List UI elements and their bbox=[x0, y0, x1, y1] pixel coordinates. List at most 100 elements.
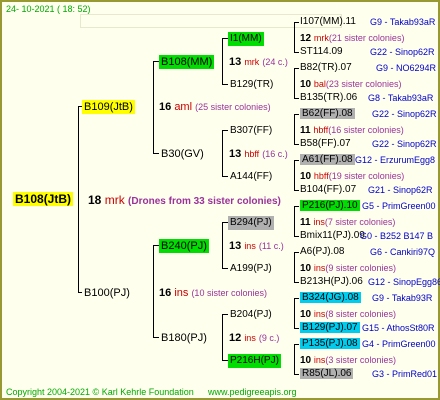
gen1-abbr: aml bbox=[174, 101, 193, 113]
gen4-name: ST114.09 bbox=[300, 46, 343, 57]
gen1-note: (25 sister colonies) bbox=[195, 102, 271, 112]
connector-line bbox=[294, 68, 299, 69]
connector-line bbox=[294, 252, 295, 282]
connector-line bbox=[294, 298, 299, 299]
gen2-count: 13 bbox=[229, 148, 242, 160]
gen4-row[interactable]: A61(FF).08 G12 - ErzurumEgg8 bbox=[300, 154, 435, 166]
gen4-info: G12 - SinopEgg86R bbox=[368, 277, 440, 287]
gen3-node[interactable]: A199(PJ) bbox=[228, 262, 274, 276]
connector-line bbox=[153, 245, 154, 337]
gen3-node[interactable]: B307(FF) bbox=[228, 124, 274, 138]
gen4-info: G22 - Sinop62R bbox=[372, 139, 437, 149]
gen4-info: G9 - NO6294R bbox=[376, 63, 437, 73]
connector-line bbox=[294, 374, 299, 375]
gen2-count: 13 bbox=[229, 240, 242, 252]
gen4-summary: 10 ins(3 sister colonies) bbox=[300, 354, 396, 367]
gen4-row[interactable]: B58(FF).07 G22 - Sinop62R bbox=[300, 138, 437, 150]
gen3-node[interactable]: B294(PJ) bbox=[228, 216, 274, 230]
gen4-note: (23 sister colonies) bbox=[325, 79, 402, 89]
gen4-row[interactable]: Bmix11(PJ).09 G0 - B252 B147 B bbox=[300, 230, 433, 242]
gen4-name: B129(PJ).07 bbox=[300, 322, 360, 333]
gen1-note: (10 sister colonies) bbox=[191, 288, 267, 298]
gen4-row[interactable]: R85(JL).06 G3 - PrimRed01 bbox=[300, 368, 437, 380]
gen3-node[interactable]: A144(FF) bbox=[228, 170, 274, 184]
gen4-name: P216(PJ).10 bbox=[300, 200, 360, 211]
gen4-row[interactable]: B324(JG).08 G9 - Takab93R bbox=[300, 292, 432, 304]
gen4-abbr: bal bbox=[313, 79, 326, 89]
gen4-row[interactable]: B135(TR).06 G8 - Takab93aR bbox=[300, 92, 433, 104]
gen4-name: R85(JL).06 bbox=[300, 368, 354, 379]
gen4-row[interactable]: B104(FF).07 G21 - Sinop62R bbox=[300, 184, 433, 196]
gen4-summary: 11 hbff(16 sister colonies) bbox=[300, 124, 404, 137]
gen3-node[interactable]: B129(TR) bbox=[228, 78, 275, 92]
connector-line bbox=[294, 190, 299, 191]
gen4-row[interactable]: P135(PJ).08 G4 - PrimGreen00 bbox=[300, 338, 436, 350]
gen2-note: (16 c.) bbox=[262, 149, 288, 159]
gen2-abbr: ins bbox=[244, 333, 256, 343]
connector-line bbox=[294, 344, 295, 374]
gen2-node[interactable]: B108(MM) bbox=[159, 55, 215, 69]
gen4-info: G6 - Cankiri97Q bbox=[370, 247, 436, 257]
gen3-node[interactable]: P216H(PJ) bbox=[228, 354, 281, 368]
gen4-name: B324(JG).08 bbox=[300, 292, 361, 303]
gen4-abbr: mrk bbox=[313, 33, 329, 43]
gen4-abbr: ins bbox=[313, 217, 325, 227]
gen1-node[interactable]: B100(PJ) bbox=[82, 286, 132, 300]
timestamp: 24- 10-2021 ( 18: 52) bbox=[6, 4, 91, 14]
gen3-node[interactable]: B204(PJ) bbox=[228, 308, 274, 322]
root-summary: 18 mrk (Drones from 33 sister colonies) bbox=[88, 193, 281, 209]
gen4-row[interactable]: B129(PJ).07 G15 - AthosSt80R bbox=[300, 322, 435, 334]
gen4-row[interactable]: B82(TR).07 G9 - NO6294R bbox=[300, 62, 436, 74]
gen1-abbr: ins bbox=[174, 287, 189, 299]
gen4-abbr: hbff bbox=[313, 171, 329, 181]
gen3-node[interactable]: I1(MM) bbox=[228, 32, 264, 46]
gen4-name: A6(PJ).08 bbox=[300, 246, 345, 257]
connector-line bbox=[294, 344, 299, 345]
gen2-node[interactable]: B240(PJ) bbox=[159, 239, 209, 253]
gen4-note: (3 sister colonies) bbox=[325, 355, 396, 365]
connector-line bbox=[153, 61, 154, 153]
gen4-name: B82(TR).07 bbox=[300, 62, 352, 73]
gen2-summary: 13 ins (11 c.) bbox=[229, 240, 284, 252]
gen1-node[interactable]: B109(JtB) bbox=[82, 100, 135, 114]
gen1-summary: 16 aml (25 sister colonies) bbox=[159, 101, 271, 113]
gen1-summary: 16 ins (10 sister colonies) bbox=[159, 287, 267, 299]
gen2-node[interactable]: B30(GV) bbox=[159, 147, 206, 161]
gen4-info: G21 - Sinop62R bbox=[368, 185, 433, 195]
gen4-note: (8 sister colonies) bbox=[325, 309, 396, 319]
connector-line bbox=[294, 114, 299, 115]
gen2-summary: 13 mrk (24 c.) bbox=[229, 56, 288, 68]
connector-line bbox=[294, 98, 299, 99]
gen4-row[interactable]: B62(FF).08 G22 - Sinop62R bbox=[300, 108, 437, 120]
gen4-note: (19 sister colonies) bbox=[328, 171, 405, 181]
gen2-node[interactable]: B180(PJ) bbox=[159, 331, 209, 345]
gen4-info: G4 - PrimGreen00 bbox=[362, 339, 436, 349]
gen4-abbr: ins bbox=[313, 309, 326, 319]
root-node[interactable]: B108(JtB) bbox=[13, 192, 74, 206]
gen4-count: 11 bbox=[300, 125, 311, 136]
gen4-summary: 10 ins(8 sister colonies) bbox=[300, 308, 396, 321]
gen4-info: G5 - PrimGreen00 bbox=[362, 201, 436, 211]
connector-line bbox=[294, 252, 299, 253]
connector-line bbox=[294, 114, 295, 144]
gen4-row[interactable]: I107(MM).11 G9 - Takab93aR bbox=[300, 16, 435, 28]
site-link[interactable]: www.pedigreeapis.org bbox=[208, 386, 297, 398]
gen4-row[interactable]: P216(PJ).10 G5 - PrimGreen00 bbox=[300, 200, 436, 212]
gen4-row[interactable]: ST114.09 G22 - Sinop62R bbox=[300, 46, 435, 58]
gen4-info: G15 - AthosSt80R bbox=[362, 323, 435, 333]
connector-line bbox=[222, 130, 223, 176]
gen4-info: G22 - Sinop62R bbox=[370, 47, 435, 57]
gen4-row[interactable]: A6(PJ).08 G6 - Cankiri97Q bbox=[300, 246, 435, 258]
gen4-count: 10 bbox=[300, 79, 312, 90]
gen4-abbr: ins bbox=[313, 355, 326, 365]
gen2-summary: 12 ins (9 c.) bbox=[229, 332, 279, 344]
connector-line bbox=[222, 314, 223, 360]
connector-line bbox=[294, 68, 295, 98]
gen4-row[interactable]: B213H(PJ).06 G12 - SinopEgg86R bbox=[300, 276, 440, 288]
gen4-summary: 10 bal(23 sister colonies) bbox=[300, 78, 401, 91]
gen4-info: G12 - ErzurumEgg8 bbox=[355, 155, 436, 165]
gen4-summary: 10 hbff(19 sister colonies) bbox=[300, 170, 404, 183]
connector-line bbox=[294, 282, 299, 283]
gen4-abbr: hbff bbox=[313, 125, 329, 135]
gen4-note: (21 sister colonies) bbox=[328, 33, 405, 43]
